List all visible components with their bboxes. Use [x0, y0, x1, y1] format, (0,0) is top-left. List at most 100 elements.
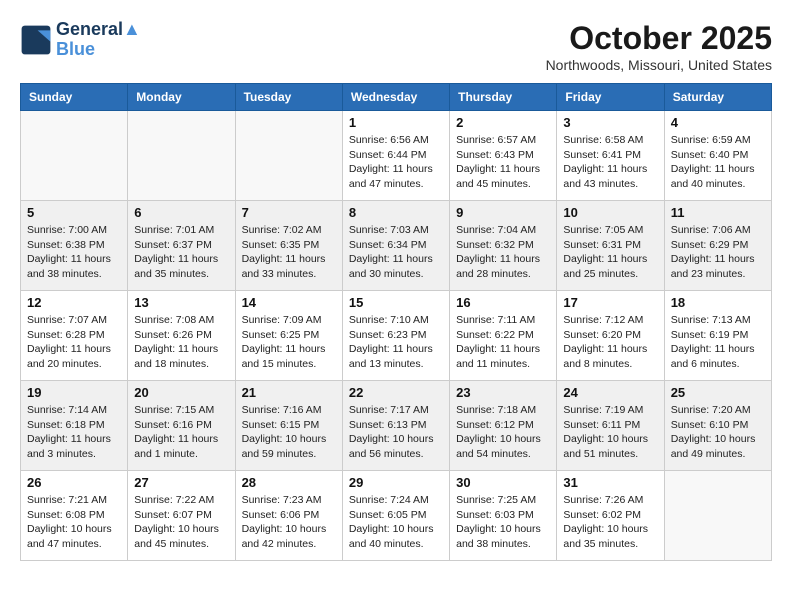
day-number: 26 — [27, 475, 121, 490]
day-info: Sunrise: 7:07 AMSunset: 6:28 PMDaylight:… — [27, 313, 121, 372]
day-info: Sunrise: 7:04 AMSunset: 6:32 PMDaylight:… — [456, 223, 550, 282]
table-row: 8Sunrise: 7:03 AMSunset: 6:34 PMDaylight… — [342, 201, 449, 291]
col-wednesday: Wednesday — [342, 84, 449, 111]
day-number: 16 — [456, 295, 550, 310]
day-number: 22 — [349, 385, 443, 400]
day-info: Sunrise: 7:24 AMSunset: 6:05 PMDaylight:… — [349, 493, 443, 552]
table-row: 14 Sunrise: 7:09 AMSunset: 6:25 PMDayligh… — [235, 291, 342, 381]
table-row: 25 Sunrise: 7:20 AMSunset: 6:10 PMDayligh… — [664, 381, 771, 471]
day-info: Sunrise: 7:25 AMSunset: 6:03 PMDaylight:… — [456, 493, 550, 552]
calendar-week-row: 1 Sunrise: 6:56 AMSunset: 6:44 PMDaylight… — [21, 111, 772, 201]
day-number: 28 — [242, 475, 336, 490]
table-row: 31Sunrise: 7:26 AMSunset: 6:02 PMDayligh… — [557, 471, 664, 561]
day-info: Sunrise: 7:05 AMSunset: 6:31 PMDaylight:… — [563, 223, 657, 282]
day-info: Sunrise: 7:20 AMSunset: 6:10 PMDaylight:… — [671, 403, 765, 462]
day-info: Sunrise: 6:56 AMSunset: 6:44 PMDaylight:… — [349, 133, 443, 192]
day-info: Sunrise: 7:23 AMSunset: 6:06 PMDaylight:… — [242, 493, 336, 552]
calendar-week-row: 19Sunrise: 7:14 AMSunset: 6:18 PMDayligh… — [21, 381, 772, 471]
day-info: Sunrise: 6:59 AMSunset: 6:40 PMDaylight:… — [671, 133, 765, 192]
day-number: 17 — [563, 295, 657, 310]
table-row: 22 Sunrise: 7:17 AMSunset: 6:13 PMDayligh… — [342, 381, 449, 471]
day-info: Sunrise: 6:57 AMSunset: 6:43 PMDaylight:… — [456, 133, 550, 192]
page-header: General▲ Blue October 2025 Northwoods, M… — [20, 20, 772, 73]
day-info: Sunrise: 7:11 AMSunset: 6:22 PMDaylight:… — [456, 313, 550, 372]
table-row: 27 Sunrise: 7:22 AMSunset: 6:07 PMDayligh… — [128, 471, 235, 561]
day-number: 4 — [671, 115, 765, 130]
day-number: 23 — [456, 385, 550, 400]
day-number: 14 — [242, 295, 336, 310]
day-number: 29 — [349, 475, 443, 490]
col-monday: Monday — [128, 84, 235, 111]
day-info: Sunrise: 7:14 AMSunset: 6:18 PMDaylight:… — [27, 403, 121, 462]
day-info: Sunrise: 7:16 AMSunset: 6:15 PMDaylight:… — [242, 403, 336, 462]
table-row: 6 Sunrise: 7:01 AMSunset: 6:37 PMDaylight… — [128, 201, 235, 291]
title-area: October 2025 Northwoods, Missouri, Unite… — [546, 20, 772, 73]
day-info: Sunrise: 7:00 AMSunset: 6:38 PMDaylight:… — [27, 223, 121, 282]
table-row — [235, 111, 342, 201]
day-info: Sunrise: 7:10 AMSunset: 6:23 PMDaylight:… — [349, 313, 443, 372]
table-row: 11Sunrise: 7:06 AMSunset: 6:29 PMDayligh… — [664, 201, 771, 291]
day-info: Sunrise: 7:01 AMSunset: 6:37 PMDaylight:… — [134, 223, 228, 282]
day-number: 25 — [671, 385, 765, 400]
day-info: Sunrise: 7:18 AMSunset: 6:12 PMDaylight:… — [456, 403, 550, 462]
table-row: 24Sunrise: 7:19 AMSunset: 6:11 PMDayligh… — [557, 381, 664, 471]
table-row: 28 Sunrise: 7:23 AMSunset: 6:06 PMDayligh… — [235, 471, 342, 561]
table-row — [128, 111, 235, 201]
day-info: Sunrise: 7:08 AMSunset: 6:26 PMDaylight:… — [134, 313, 228, 372]
day-number: 20 — [134, 385, 228, 400]
table-row: 12 Sunrise: 7:07 AMSunset: 6:28 PMDayligh… — [21, 291, 128, 381]
calendar-week-row: 5Sunrise: 7:00 AMSunset: 6:38 PMDaylight… — [21, 201, 772, 291]
logo-icon — [20, 24, 52, 56]
calendar-week-row: 26 Sunrise: 7:21 AMSunset: 6:08 PMDayligh… — [21, 471, 772, 561]
table-row: 17 Sunrise: 7:12 AMSunset: 6:20 PMDayligh… — [557, 291, 664, 381]
table-row: 19Sunrise: 7:14 AMSunset: 6:18 PMDayligh… — [21, 381, 128, 471]
calendar-table: Sunday Monday Tuesday Wednesday Thursday… — [20, 83, 772, 561]
day-number: 7 — [242, 205, 336, 220]
table-row — [664, 471, 771, 561]
table-row: 16 Sunrise: 7:11 AMSunset: 6:22 PMDayligh… — [450, 291, 557, 381]
table-row: 10Sunrise: 7:05 AMSunset: 6:31 PMDayligh… — [557, 201, 664, 291]
table-row: 1 Sunrise: 6:56 AMSunset: 6:44 PMDaylight… — [342, 111, 449, 201]
day-number: 1 — [349, 115, 443, 130]
logo-text: General▲ Blue — [56, 20, 141, 60]
day-number: 3 — [563, 115, 657, 130]
day-info: Sunrise: 7:13 AMSunset: 6:19 PMDaylight:… — [671, 313, 765, 372]
day-number: 6 — [134, 205, 228, 220]
day-number: 21 — [242, 385, 336, 400]
day-info: Sunrise: 7:26 AMSunset: 6:02 PMDaylight:… — [563, 493, 657, 552]
day-number: 18 — [671, 295, 765, 310]
table-row: 4 Sunrise: 6:59 AMSunset: 6:40 PMDaylight… — [664, 111, 771, 201]
col-thursday: Thursday — [450, 84, 557, 111]
calendar-header-row: Sunday Monday Tuesday Wednesday Thursday… — [21, 84, 772, 111]
day-number: 12 — [27, 295, 121, 310]
table-row: 13 Sunrise: 7:08 AMSunset: 6:26 PMDayligh… — [128, 291, 235, 381]
col-friday: Friday — [557, 84, 664, 111]
table-row: 21 Sunrise: 7:16 AMSunset: 6:15 PMDayligh… — [235, 381, 342, 471]
day-info: Sunrise: 7:17 AMSunset: 6:13 PMDaylight:… — [349, 403, 443, 462]
day-info: Sunrise: 7:15 AMSunset: 6:16 PMDaylight:… — [134, 403, 228, 462]
day-info: Sunrise: 7:21 AMSunset: 6:08 PMDaylight:… — [27, 493, 121, 552]
day-number: 27 — [134, 475, 228, 490]
table-row: 26 Sunrise: 7:21 AMSunset: 6:08 PMDayligh… — [21, 471, 128, 561]
day-number: 2 — [456, 115, 550, 130]
day-info: Sunrise: 7:02 AMSunset: 6:35 PMDaylight:… — [242, 223, 336, 282]
table-row: 20 Sunrise: 7:15 AMSunset: 6:16 PMDayligh… — [128, 381, 235, 471]
table-row: 18 Sunrise: 7:13 AMSunset: 6:19 PMDayligh… — [664, 291, 771, 381]
table-row: 3Sunrise: 6:58 AMSunset: 6:41 PMDaylight… — [557, 111, 664, 201]
day-number: 8 — [349, 205, 443, 220]
logo: General▲ Blue — [20, 20, 141, 60]
table-row: 29 Sunrise: 7:24 AMSunset: 6:05 PMDayligh… — [342, 471, 449, 561]
table-row: 15Sunrise: 7:10 AMSunset: 6:23 PMDayligh… — [342, 291, 449, 381]
day-info: Sunrise: 7:12 AMSunset: 6:20 PMDaylight:… — [563, 313, 657, 372]
month-title: October 2025 — [546, 20, 772, 57]
col-saturday: Saturday — [664, 84, 771, 111]
day-number: 11 — [671, 205, 765, 220]
day-info: Sunrise: 7:22 AMSunset: 6:07 PMDaylight:… — [134, 493, 228, 552]
calendar-week-row: 12 Sunrise: 7:07 AMSunset: 6:28 PMDayligh… — [21, 291, 772, 381]
col-sunday: Sunday — [21, 84, 128, 111]
table-row: 9Sunrise: 7:04 AMSunset: 6:32 PMDaylight… — [450, 201, 557, 291]
table-row: 30Sunrise: 7:25 AMSunset: 6:03 PMDayligh… — [450, 471, 557, 561]
table-row: 2 Sunrise: 6:57 AMSunset: 6:43 PMDaylight… — [450, 111, 557, 201]
day-number: 13 — [134, 295, 228, 310]
day-info: Sunrise: 7:09 AMSunset: 6:25 PMDaylight:… — [242, 313, 336, 372]
